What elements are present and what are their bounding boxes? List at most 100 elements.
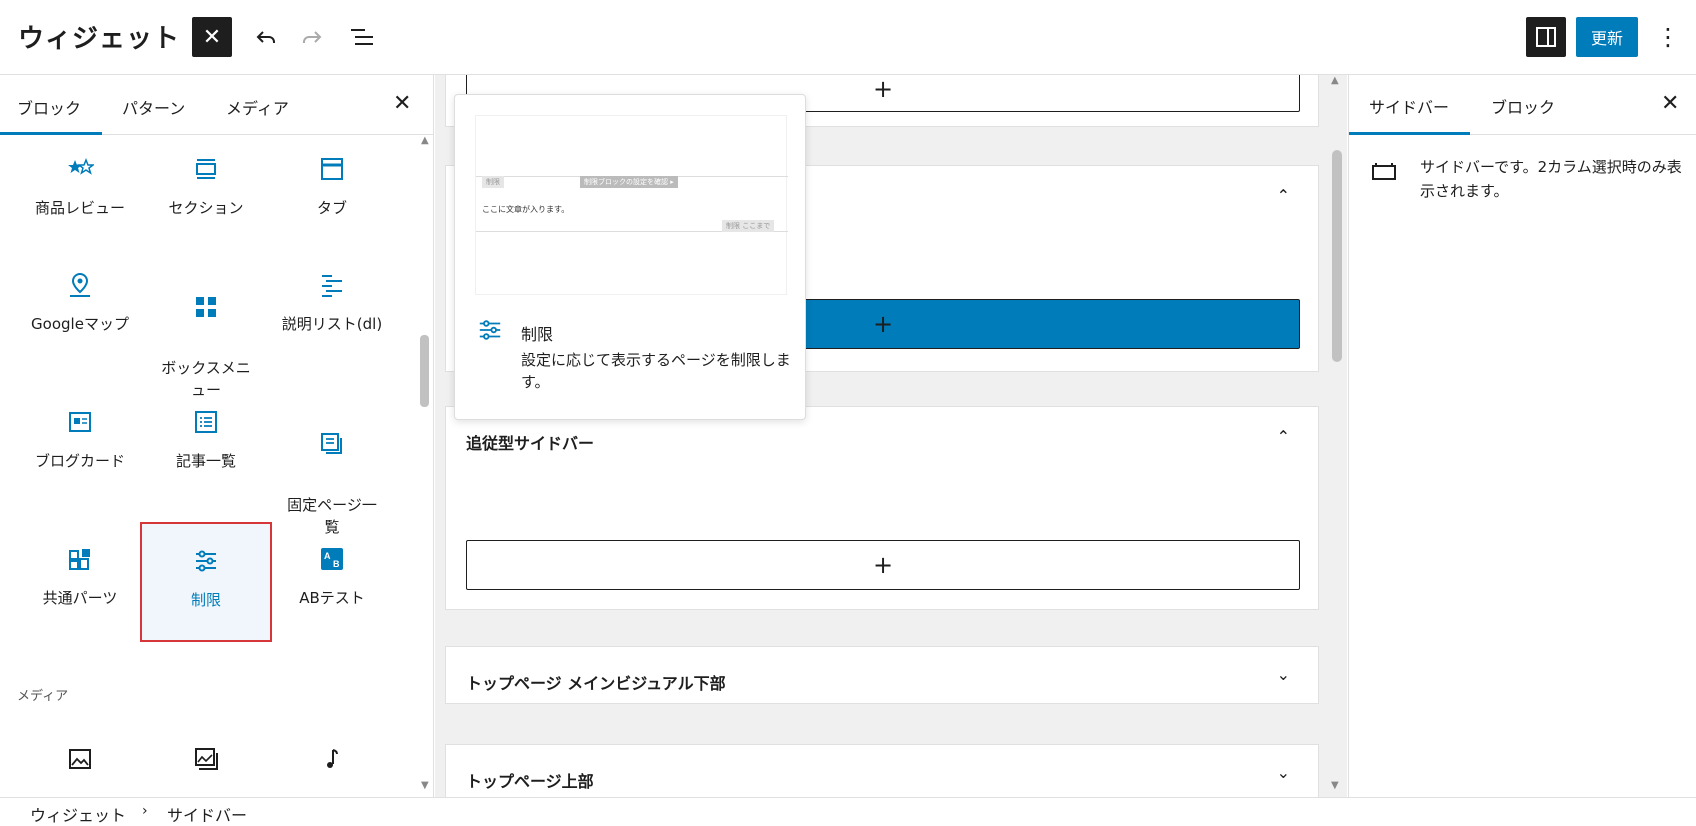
block-label: 商品レビュー <box>34 199 125 217</box>
widget-area-title: トップページ上部 <box>466 772 594 791</box>
block-item-description-list[interactable]: 説明リスト(dl) <box>269 271 395 371</box>
block-label: 記事一覧 <box>175 452 236 470</box>
breadcrumb-item-widgets[interactable]: ウィジェット <box>30 802 126 826</box>
block-item-image[interactable] <box>17 745 143 795</box>
chevron-up-icon[interactable]: ⌃ <box>1277 427 1290 446</box>
block-item-page-list[interactable]: 固定ページ一 覧 <box>269 408 395 536</box>
add-block-button[interactable]: + <box>466 540 1300 590</box>
block-inserter-panel: ブロック パターン メディア ✕ 商品レビュー セクション タブ Googleマ… <box>0 75 434 797</box>
breadcrumb: ウィジェット › サイドバー <box>0 797 1696 825</box>
tab-block[interactable]: ブロック <box>1491 94 1555 118</box>
block-label: ブログカード <box>34 452 125 470</box>
block-label: タブ <box>316 199 347 217</box>
widget-area[interactable]: トップページ上部 ⌄ <box>445 744 1319 797</box>
svg-text:B: B <box>333 559 340 569</box>
gallery-icon <box>195 748 218 770</box>
settings-toggle-button[interactable] <box>1526 17 1566 57</box>
chevron-down-icon[interactable]: ⌄ <box>1277 665 1290 684</box>
page-title: ウィジェット <box>18 24 181 54</box>
scroll-down-icon[interactable]: ▼ <box>421 780 429 791</box>
sidebar-panel-icon <box>1536 27 1556 47</box>
image-icon <box>69 749 91 769</box>
block-item-audio[interactable] <box>269 745 395 795</box>
block-label: 共通パーツ <box>42 589 118 607</box>
chevron-up-icon[interactable]: ⌃ <box>1277 186 1290 205</box>
chevron-right-icon: › <box>142 803 148 819</box>
scroll-up-icon[interactable]: ▲ <box>1331 75 1339 86</box>
block-item-blog-card[interactable]: ブログカード <box>17 408 143 508</box>
restriction-sliders-icon <box>479 320 501 340</box>
active-tab-indicator <box>1349 132 1470 135</box>
preview-tag: 制限ブロックの設定を確認 ▸ <box>580 176 678 188</box>
close-icon: ✕ <box>1661 91 1680 116</box>
svg-text:A: A <box>324 551 331 561</box>
widget-area[interactable]: 追従型サイドバー ⌃ + <box>445 406 1319 610</box>
block-label: ABテスト <box>299 589 365 607</box>
tab-icon <box>321 158 343 180</box>
block-item-ab-test[interactable]: AB ABテスト <box>269 545 395 645</box>
chevron-down-icon[interactable]: ⌄ <box>1277 763 1290 782</box>
scrollbar-thumb[interactable] <box>420 335 429 407</box>
section-icon <box>196 159 216 179</box>
block-item-section[interactable]: セクション <box>143 155 269 235</box>
scrollbar-thumb[interactable] <box>1332 150 1342 362</box>
tab-blocks[interactable]: ブロック <box>17 95 81 119</box>
more-vertical-icon: ⋮ <box>1656 23 1680 51</box>
widget-area-title: 追従型サイドバー <box>466 434 595 453</box>
preview-tag: 制限 ここまで <box>722 220 775 232</box>
canvas-scrollbar[interactable]: ▲ ▼ <box>1330 75 1344 797</box>
close-inserter-panel-button[interactable]: ✕ <box>393 91 411 116</box>
undo-button[interactable] <box>246 17 286 57</box>
widget-area-icon <box>1372 163 1396 180</box>
close-settings-button[interactable]: ✕ <box>1661 91 1679 116</box>
options-menu-button[interactable]: ⋮ <box>1650 17 1686 57</box>
block-item-product-review[interactable]: 商品レビュー <box>17 155 143 235</box>
tab-sidebar[interactable]: サイドバー <box>1369 94 1449 118</box>
music-note-icon <box>327 749 338 768</box>
close-inserter-button[interactable]: ✕ <box>192 17 232 57</box>
update-button[interactable]: 更新 <box>1576 17 1638 57</box>
description-list-icon <box>322 275 342 297</box>
inserter-tabs: ブロック パターン メディア ✕ <box>0 75 433 135</box>
redo-button[interactable] <box>292 17 332 57</box>
block-item-post-list[interactable]: 記事一覧 <box>143 408 269 508</box>
popover-description: 設定に応じて表示するページを制限します。 <box>521 351 791 391</box>
tab-patterns[interactable]: パターン <box>122 95 185 119</box>
shared-parts-icon <box>69 549 90 570</box>
block-label: Googleマップ <box>31 315 129 333</box>
block-label: 固定ページ一 覧 <box>287 496 377 536</box>
widget-area[interactable]: トップページ メインビジュアル下部 ⌄ <box>445 646 1319 704</box>
undo-icon <box>256 31 275 43</box>
preview-tag: 制限 <box>482 176 504 188</box>
star-rating-icon <box>68 157 94 175</box>
top-toolbar: ウィジェット ✕ 更新 ⋮ <box>0 0 1696 75</box>
preview-body-text: ここに文章が入ります。 <box>482 205 570 214</box>
settings-tabs: サイドバー ブロック ✕ <box>1349 75 1696 135</box>
media-section-heading: メディア <box>17 689 69 704</box>
block-preview-popover: 制限 制限ブロックの設定を確認 ▸ ここに文章が入ります。 制限 ここまで 制限… <box>454 94 806 420</box>
block-item-shared-parts[interactable]: 共通パーツ <box>17 545 143 645</box>
grid-icon <box>196 297 216 317</box>
scroll-up-icon[interactable]: ▲ <box>421 135 429 146</box>
block-item-restriction[interactable]: 制限 <box>140 522 272 642</box>
block-item-google-map[interactable]: Googleマップ <box>17 271 143 371</box>
breadcrumb-item-sidebar[interactable]: サイドバー <box>167 802 247 826</box>
redo-icon <box>303 31 322 43</box>
block-label: セクション <box>168 199 244 217</box>
block-item-tab[interactable]: タブ <box>269 155 395 235</box>
block-item-gallery[interactable] <box>143 745 269 795</box>
block-item-box-menu[interactable]: ボックスメニ ュー <box>143 271 269 399</box>
active-tab-indicator <box>0 132 102 135</box>
block-label: ボックスメニ ュー <box>161 359 251 399</box>
map-pin-icon <box>70 272 90 297</box>
settings-sidebar: サイドバー ブロック ✕ サイドバーです。2カラム選択時のみ表示されます。 <box>1348 75 1696 797</box>
widget-area-description: サイドバーです。2カラム選択時のみ表示されます。 <box>1420 158 1682 200</box>
close-icon: ✕ <box>202 24 222 50</box>
scroll-down-icon[interactable]: ▼ <box>1331 780 1339 791</box>
ab-test-icon: AB <box>321 548 343 570</box>
list-view-icon <box>351 29 373 45</box>
tab-media[interactable]: メディア <box>226 95 289 119</box>
inserter-scrollbar[interactable]: ▲ ▼ <box>420 135 432 797</box>
popover-title: 制限 <box>521 325 554 344</box>
list-view-button[interactable] <box>342 17 382 57</box>
